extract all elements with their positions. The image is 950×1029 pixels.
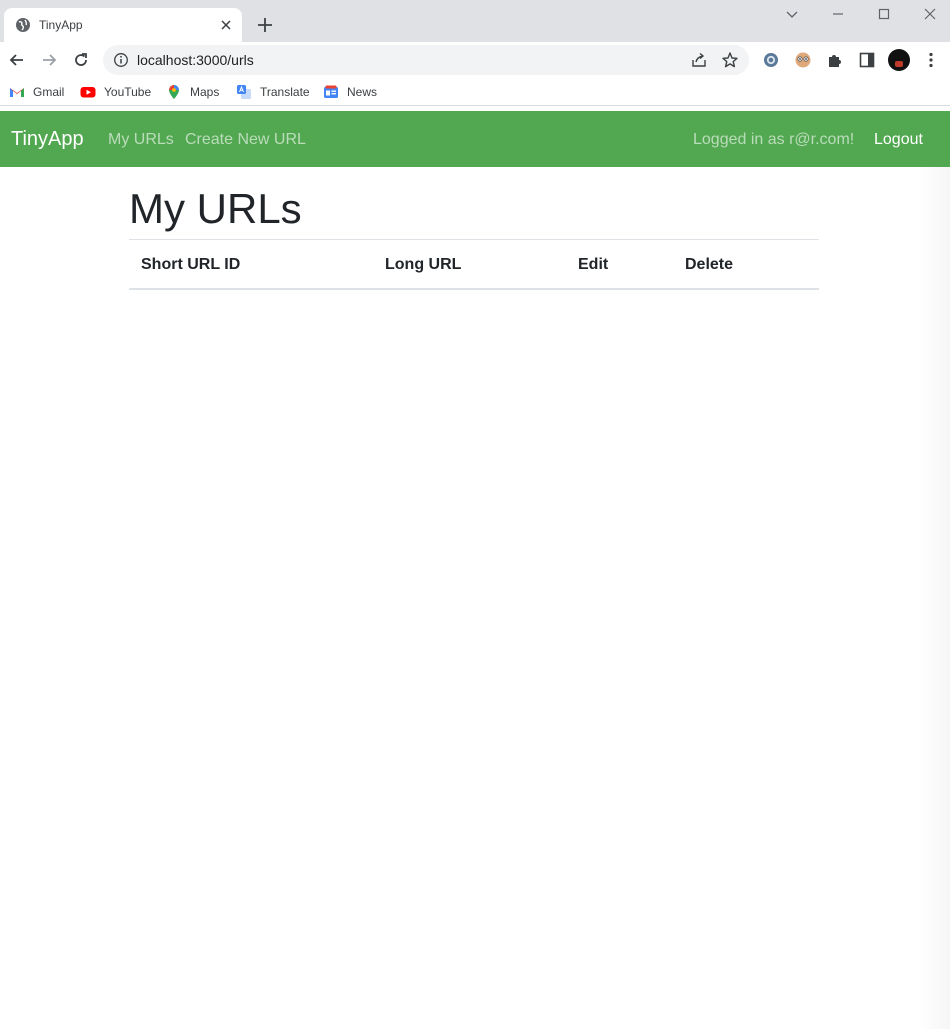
logged-in-status: Logged in as r@r.com! xyxy=(693,131,855,148)
page-title: My URLs xyxy=(129,185,302,232)
scroll-edge-shadow xyxy=(918,167,950,1029)
bookmark-star-icon[interactable] xyxy=(721,51,739,69)
back-arrow-icon[interactable] xyxy=(8,51,26,69)
bookmark-label: YouTube xyxy=(104,85,152,99)
news-icon xyxy=(324,85,338,98)
extension-face-icon[interactable] xyxy=(794,51,812,69)
forward-arrow-icon[interactable] xyxy=(40,51,58,69)
bookmark-youtube[interactable]: YouTube xyxy=(80,83,151,101)
bookmark-gmail[interactable]: Gmail xyxy=(9,83,64,101)
extension-gear-icon[interactable] xyxy=(762,51,780,69)
browser-toolbar: localhost:3000/urls xyxy=(0,42,950,78)
nav-link-my-urls[interactable]: My URLs xyxy=(108,130,174,150)
globe-icon xyxy=(16,18,30,32)
address-bar[interactable]: localhost:3000/urls xyxy=(103,45,749,75)
bookmark-label: News xyxy=(347,85,378,99)
close-icon[interactable] xyxy=(218,17,234,33)
tab-title: TinyApp xyxy=(39,18,83,32)
bookmark-maps[interactable]: Maps xyxy=(166,83,219,101)
maps-icon xyxy=(169,85,179,99)
window-close-icon[interactable] xyxy=(922,6,938,22)
tab-search-chevron-icon[interactable] xyxy=(784,6,800,22)
bookmark-label: Gmail xyxy=(33,85,65,99)
table-header-border xyxy=(129,288,819,290)
maximize-icon[interactable] xyxy=(876,6,892,22)
browser-tab[interactable]: TinyApp xyxy=(4,8,242,42)
address-url[interactable]: localhost:3000/urls xyxy=(137,52,254,68)
reload-icon[interactable] xyxy=(72,51,90,69)
bookmark-label: Maps xyxy=(190,85,220,99)
bookmarks-bar: Gmail YouTube Maps Translate News xyxy=(0,78,950,106)
column-header-long-url: Long URL xyxy=(385,256,462,273)
new-tab-plus-icon[interactable] xyxy=(255,15,275,35)
bookmark-news[interactable]: News xyxy=(323,83,377,101)
gmail-icon xyxy=(10,88,24,97)
nav-link-create-new-url[interactable]: Create New URL xyxy=(185,130,306,150)
column-header-delete: Delete xyxy=(685,256,734,273)
column-header-short-url-id: Short URL ID xyxy=(141,256,241,273)
youtube-icon xyxy=(80,87,96,98)
bookmark-translate[interactable]: Translate xyxy=(236,83,310,101)
side-panel-icon[interactable] xyxy=(858,51,876,69)
extensions-puzzle-icon[interactable] xyxy=(826,51,844,69)
menu-kebab-icon[interactable] xyxy=(922,51,940,69)
column-header-edit: Edit xyxy=(578,256,609,273)
profile-avatar[interactable] xyxy=(888,49,910,71)
logout-button[interactable]: Logout xyxy=(874,130,923,150)
minimize-icon[interactable] xyxy=(830,6,846,22)
brand-link[interactable]: TinyApp xyxy=(11,127,84,151)
site-info-icon[interactable] xyxy=(113,52,129,68)
browser-titlebar: TinyApp xyxy=(0,0,950,42)
share-icon[interactable] xyxy=(690,51,708,69)
table-top-border xyxy=(129,239,819,240)
bookmark-label: Translate xyxy=(260,85,310,99)
app-navbar: TinyApp My URLs Create New URL Logged in… xyxy=(0,111,950,167)
translate-icon xyxy=(237,85,251,99)
